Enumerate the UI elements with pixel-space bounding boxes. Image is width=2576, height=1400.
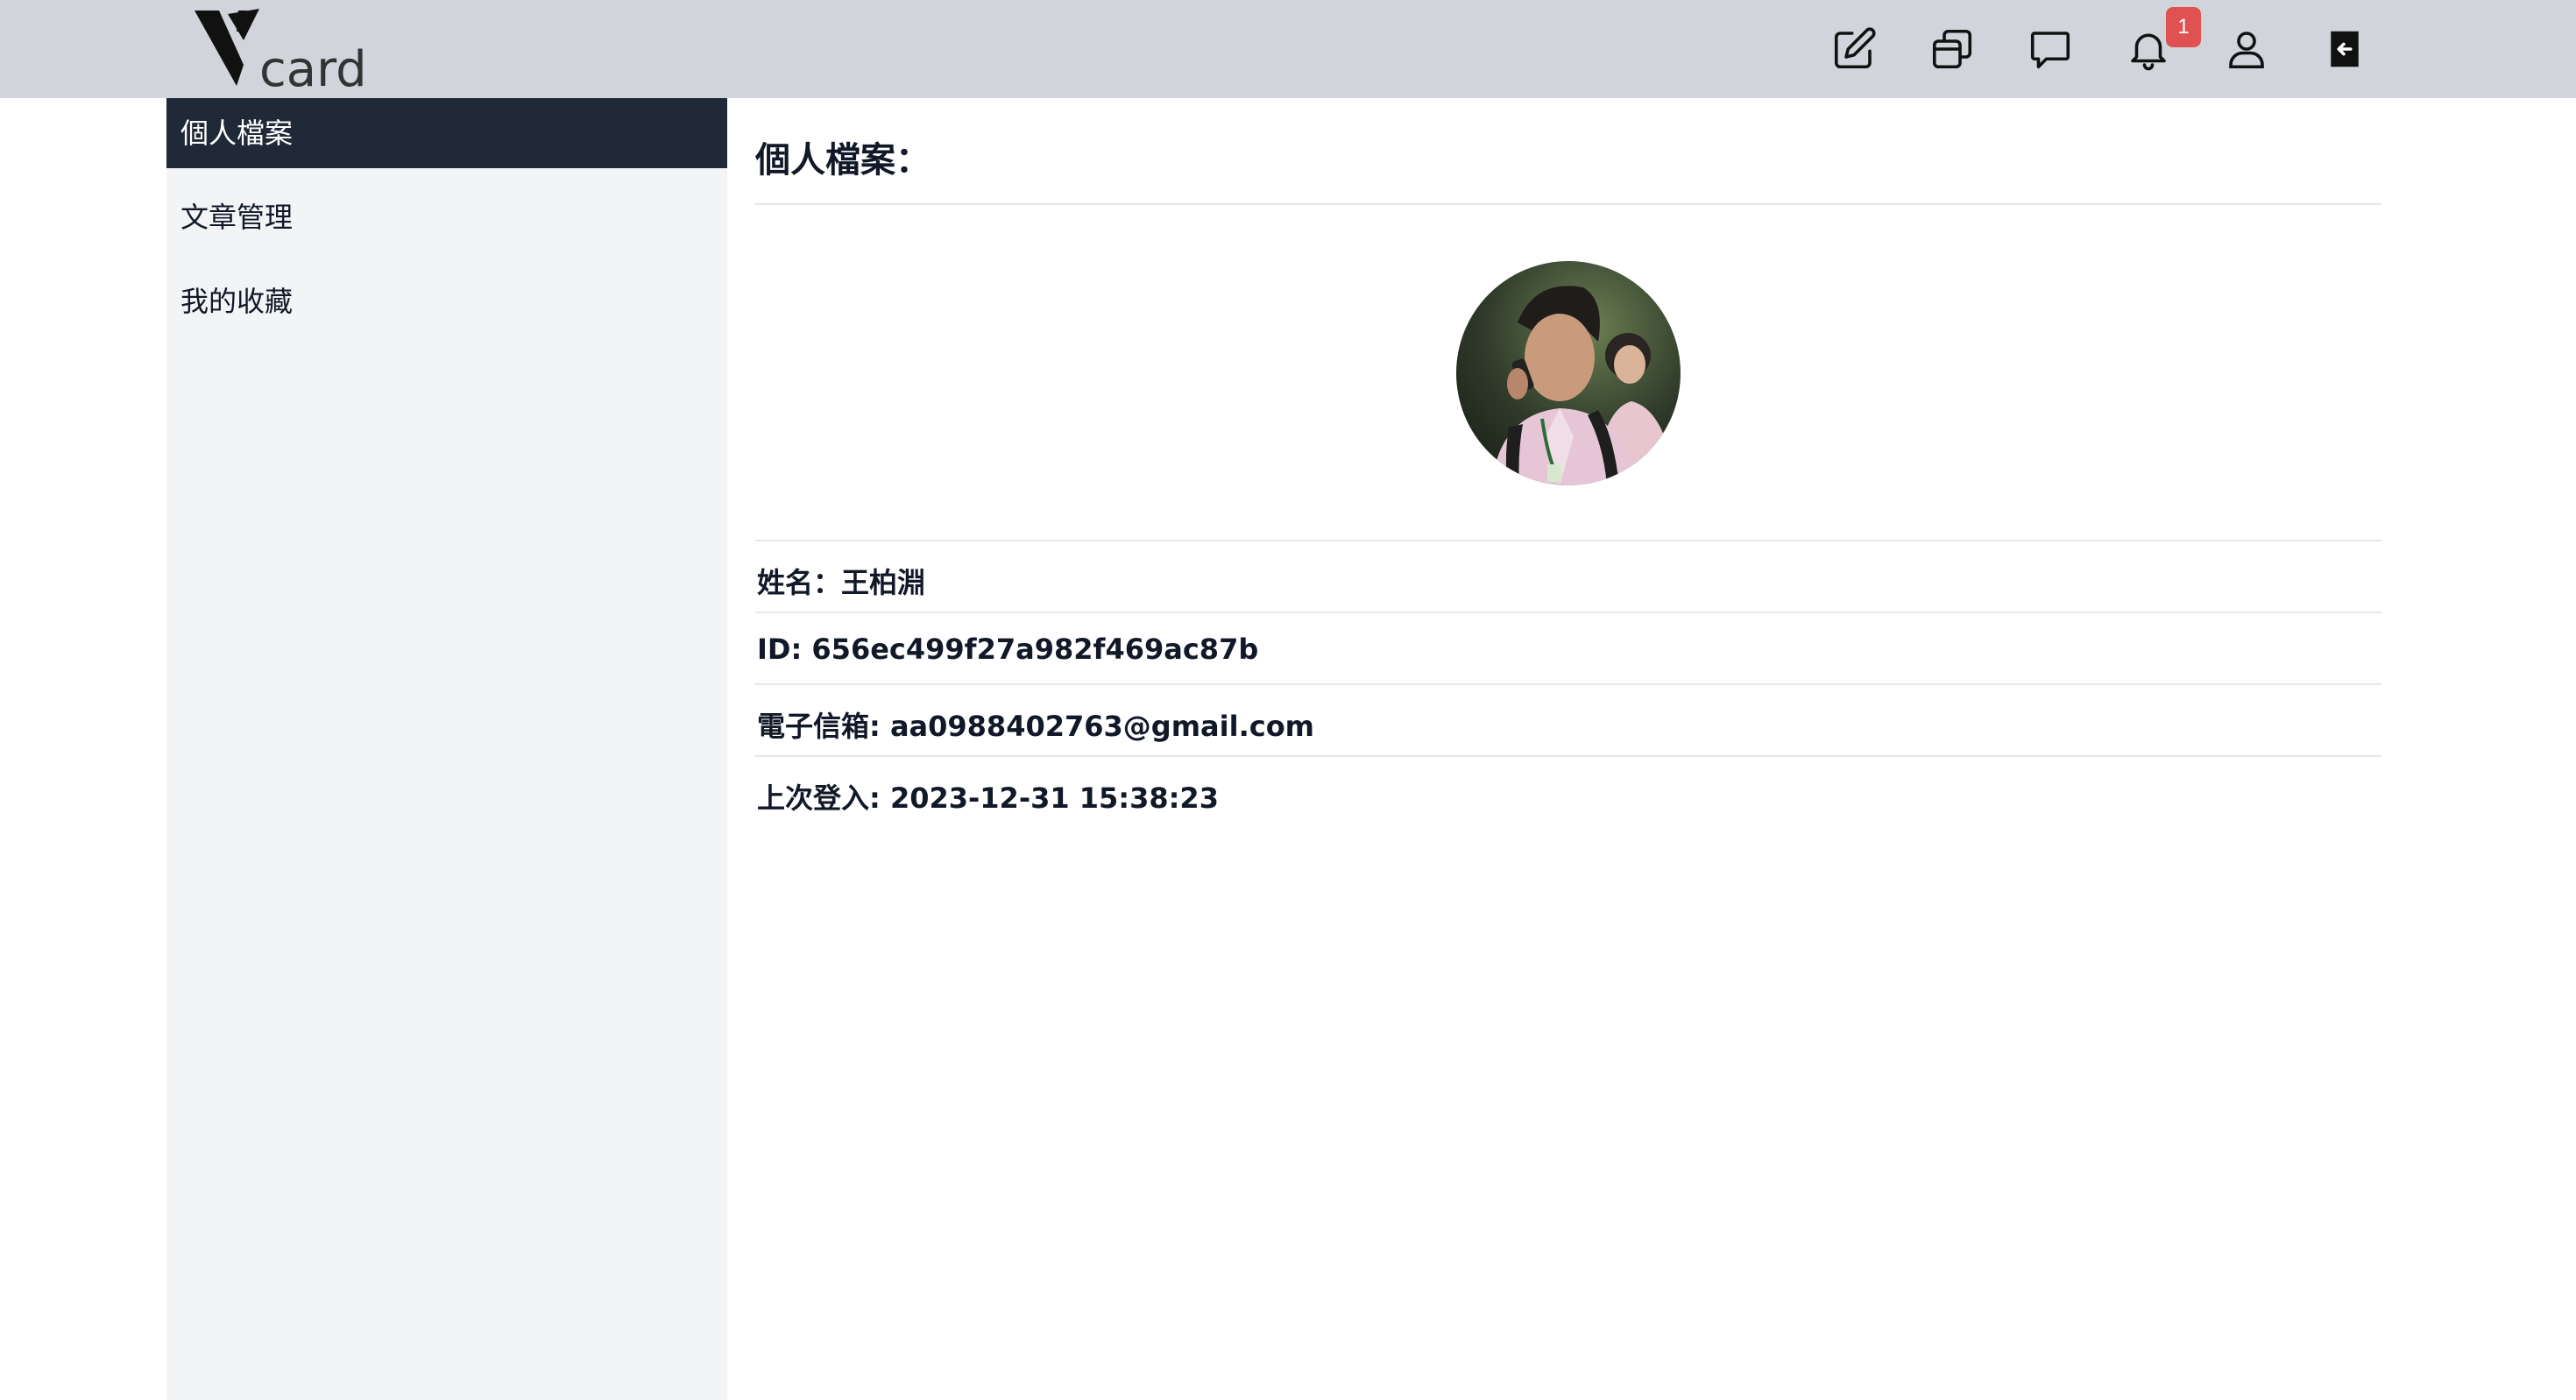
divider [755, 683, 2381, 685]
sidebar-item-profile[interactable]: 個人檔案 [166, 98, 727, 168]
user-icon[interactable] [2220, 23, 2273, 75]
message-icon[interactable] [2024, 23, 2077, 75]
divider [755, 203, 2381, 205]
profile-id: ID: 656ec499f27a982f469ac87b [757, 633, 1259, 666]
sidebar-item-label: 我的收藏 [180, 285, 294, 318]
notification-badge: 1 [2166, 7, 2201, 47]
edit-icon[interactable] [1828, 23, 1880, 75]
top-bar: card 1 [0, 0, 2576, 98]
divider [755, 612, 2381, 613]
divider [755, 540, 2381, 541]
avatar [1456, 261, 1681, 485]
sidebar-item-label: 文章管理 [180, 201, 294, 234]
divider [755, 755, 2381, 757]
copy-icon[interactable] [1926, 23, 1978, 75]
page-title: 個人檔案： [755, 140, 931, 180]
profile-email: 電子信箱: aa0988402763@gmail.com [757, 710, 1315, 743]
profile-panel: 個人檔案： 姓名：王柏淵 ID: 656ec499f27a982f469ac87… [755, 98, 2381, 1400]
logout-icon[interactable] [2318, 23, 2371, 75]
sidebar: 個人檔案 文章管理 我的收藏 [166, 98, 727, 1400]
sidebar-item-favorites[interactable]: 我的收藏 [166, 266, 727, 336]
vcard-logo[interactable]: card [193, 5, 394, 93]
profile-name: 姓名：王柏淵 [757, 566, 926, 599]
sidebar-item-articles[interactable]: 文章管理 [166, 182, 727, 252]
svg-text:card: card [259, 41, 367, 93]
sidebar-item-label: 個人檔案 [180, 117, 294, 150]
profile-last-login: 上次登入: 2023-12-31 15:38:23 [757, 781, 1219, 815]
